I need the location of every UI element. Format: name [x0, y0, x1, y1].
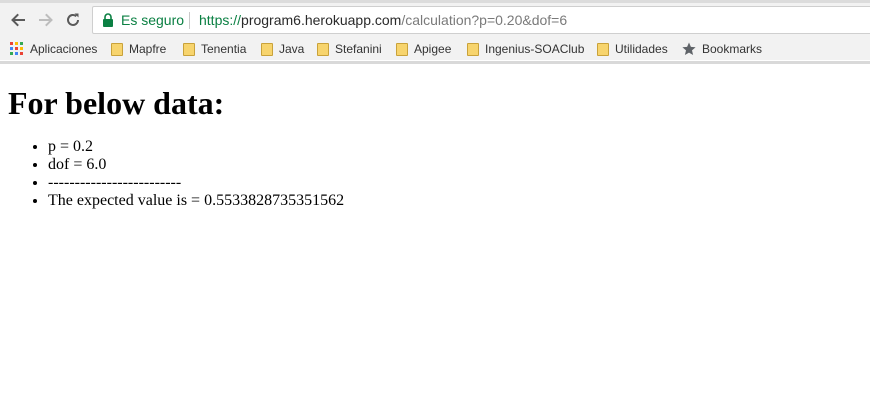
list-item: p = 0.2 — [48, 138, 858, 156]
bookmark-label: Bookmarks — [702, 42, 763, 56]
back-button[interactable] — [8, 10, 28, 30]
bookmark-label: Utilidades — [615, 42, 668, 56]
address-bar[interactable]: Es seguro https://program6.herokuapp.com… — [92, 6, 870, 34]
back-arrow-icon — [11, 13, 25, 27]
url-separator — [189, 12, 190, 29]
tab-strip-edge — [0, 0, 870, 3]
folder-icon — [597, 42, 609, 56]
forward-arrow-icon — [39, 13, 53, 27]
bookmarks-bar: Aplicaciones Mapfre Tenentia Java Stefan… — [0, 38, 870, 60]
bookmark-ingenius-soaclub[interactable]: Ingenius-SOAClub — [467, 41, 584, 57]
bookmark-label: Ingenius-SOAClub — [485, 42, 585, 56]
bookmark-java[interactable]: Java — [261, 41, 304, 57]
bookmark-label: Stefanini — [335, 42, 382, 56]
folder-icon — [183, 42, 195, 56]
star-icon — [682, 42, 696, 55]
bookmark-utilidades[interactable]: Utilidades — [597, 41, 668, 57]
browser-window: Es seguro https://program6.herokuapp.com… — [0, 0, 870, 402]
url-scheme: https:// — [199, 12, 242, 28]
url-host: program6.herokuapp.com — [241, 12, 402, 28]
bookmark-label: Aplicaciones — [30, 42, 98, 56]
page-content: For below data: p = 0.2 dof = 6.0 ------… — [8, 64, 858, 210]
lock-icon — [103, 13, 113, 27]
folder-icon — [317, 42, 329, 56]
bookmark-label: Java — [279, 42, 305, 56]
reload-icon — [67, 13, 79, 26]
folder-icon — [261, 42, 273, 56]
browser-toolbar: Es seguro https://program6.herokuapp.com… — [0, 0, 870, 38]
bookmark-tenentia[interactable]: Tenentia — [183, 41, 246, 57]
list-item: ------------------------- — [48, 174, 858, 192]
url-text[interactable]: https://program6.herokuapp.com/calculati… — [199, 12, 567, 28]
list-item: The expected value is = 0.55338287353515… — [48, 192, 858, 210]
folder-icon — [111, 42, 123, 56]
bookmark-apigee[interactable]: Apigee — [396, 41, 451, 57]
page-heading: For below data: — [8, 85, 225, 121]
bookmark-aplicaciones[interactable]: Aplicaciones — [10, 41, 97, 57]
bookmark-bookmarks[interactable]: Bookmarks — [682, 41, 762, 57]
secure-label[interactable]: Es seguro — [121, 12, 184, 28]
forward-button[interactable] — [36, 10, 56, 30]
apps-grid-icon — [10, 42, 23, 55]
bookmark-label: Mapfre — [129, 42, 167, 56]
folder-icon — [467, 42, 479, 56]
list-item: dof = 6.0 — [48, 156, 858, 174]
reload-button[interactable] — [63, 10, 83, 30]
folder-icon — [396, 42, 408, 56]
bookmark-label: Tenentia — [201, 42, 247, 56]
bookmark-label: Apigee — [414, 42, 452, 56]
url-path: /calculation?p=0.20&dof=6 — [401, 12, 568, 28]
bookmark-stefanini[interactable]: Stefanini — [317, 41, 382, 57]
result-list: p = 0.2 dof = 6.0 ----------------------… — [8, 138, 858, 210]
bookmark-mapfre[interactable]: Mapfre — [111, 41, 166, 57]
